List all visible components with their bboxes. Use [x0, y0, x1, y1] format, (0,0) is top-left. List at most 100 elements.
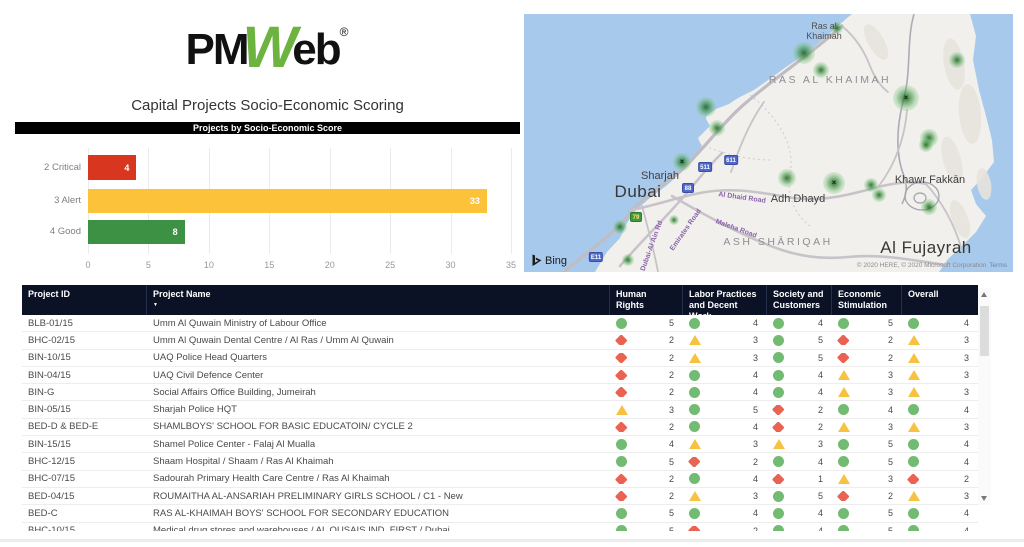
- cell-score: 2: [610, 353, 683, 363]
- heat-spot[interactable]: [919, 138, 933, 152]
- table-row[interactable]: BIN-15/15Shamel Police Center - Falaj Al…: [22, 436, 978, 453]
- cell-project-id: BHC-02/15: [22, 335, 147, 346]
- column-header-project-name[interactable]: Project Name▼: [147, 285, 610, 315]
- column-header-society-and-customers[interactable]: Society and Customers: [767, 285, 832, 315]
- sort-descending-icon[interactable]: ▼: [153, 302, 603, 308]
- heat-spot[interactable]: [793, 42, 815, 64]
- cell-score: 3: [683, 335, 767, 345]
- red-diamond-icon: [772, 474, 784, 484]
- table-row[interactable]: BIN-04/15UAQ Civil Defence Center24433: [22, 367, 978, 384]
- heat-spot[interactable]: [778, 169, 796, 187]
- green-circle-icon: [773, 387, 784, 398]
- cell-score: 4: [902, 404, 978, 415]
- heat-spot[interactable]: [709, 120, 725, 136]
- score-value: 3: [888, 474, 893, 484]
- scrollbar-thumb[interactable]: [980, 306, 989, 356]
- table-row[interactable]: BIN-10/15UAQ Police Head Quarters23523: [22, 350, 978, 367]
- terms-link[interactable]: Terms: [989, 262, 1007, 269]
- table-row[interactable]: BIN-05/15Sharjah Police HQT35244: [22, 401, 978, 418]
- heat-spot[interactable]: [921, 199, 937, 215]
- green-circle-icon: [689, 370, 700, 381]
- dashboard: PMWeb® Capital Projects Socio-Economic S…: [0, 0, 1024, 547]
- green-circle-icon: [616, 318, 627, 329]
- score-value: 5: [669, 457, 674, 467]
- road-shield-511: 511: [698, 162, 712, 172]
- cell-score: 3: [683, 439, 767, 449]
- heat-spot[interactable]: ✕: [893, 85, 919, 111]
- green-circle-icon: [689, 318, 700, 329]
- score-value: 3: [753, 491, 758, 501]
- table-row[interactable]: BHC-02/15Umm Al Quwain Dental Centre / A…: [22, 332, 978, 349]
- table-row[interactable]: BHC-12/15Shaam Hospital / Shaam / Ras Al…: [22, 453, 978, 470]
- chart-plot-area: 4 33 8: [88, 148, 511, 254]
- heat-spot[interactable]: [613, 220, 627, 234]
- bar-4-good[interactable]: 8: [88, 220, 185, 244]
- column-header-economic-stimulation[interactable]: Economic Stimulation: [832, 285, 902, 315]
- amber-triangle-icon: [838, 474, 850, 484]
- score-value: 5: [669, 318, 674, 328]
- column-header-project-id[interactable]: Project ID: [22, 285, 147, 315]
- cell-score: 3: [610, 405, 683, 415]
- bing-map[interactable]: ✕✕✕ 6115118879E11 Ras alKhaimahRAS AL KH…: [524, 14, 1013, 272]
- red-diamond-icon: [615, 422, 627, 432]
- scroll-up-icon[interactable]: [981, 292, 987, 297]
- table-row[interactable]: BLB-01/15Umm Al Quwain Ministry of Labou…: [22, 315, 978, 332]
- column-header-label: Society and Customers: [773, 289, 824, 310]
- table-row[interactable]: BHC-07/15Sadourah Primary Health Care Ce…: [22, 471, 978, 488]
- column-header-overall[interactable]: Overall: [902, 285, 978, 315]
- amber-triangle-icon: [908, 491, 920, 501]
- score-value: 5: [753, 405, 758, 415]
- cell-score: 2: [832, 491, 902, 501]
- cell-score: 5: [610, 456, 683, 467]
- scroll-down-icon[interactable]: [981, 496, 987, 501]
- green-circle-icon: [838, 508, 849, 519]
- table-row[interactable]: BED-CRAS AL-KHAIMAH BOYS' SCHOOL FOR SEC…: [22, 505, 978, 522]
- cell-score: 3: [902, 370, 978, 380]
- projects-score-chart: Projects by Socio-Economic Score 4338 2 …: [15, 122, 520, 274]
- cluster-x-icon: ✕: [831, 180, 836, 187]
- column-header-human-rights[interactable]: Human Rights: [610, 285, 683, 315]
- green-circle-icon: [773, 318, 784, 329]
- green-circle-icon: [773, 456, 784, 467]
- bing-logo[interactable]: Bing: [532, 254, 567, 267]
- score-value: 4: [753, 318, 758, 328]
- cluster-x-icon: ✕: [679, 159, 684, 166]
- score-value: 5: [669, 526, 674, 531]
- bar-2-critical[interactable]: 4: [88, 155, 136, 180]
- column-header-labor-practices-and-decent-work[interactable]: Labor Practices and Decent Work: [683, 285, 767, 315]
- score-value: 2: [669, 474, 674, 484]
- heat-spot[interactable]: [949, 52, 965, 68]
- bar-3-alert[interactable]: 33: [88, 189, 487, 213]
- red-diamond-icon: [615, 491, 627, 501]
- bar-value-label: 8: [173, 227, 185, 237]
- score-value: 2: [669, 422, 674, 432]
- score-value: 2: [818, 422, 823, 432]
- red-diamond-icon: [907, 474, 919, 484]
- heat-spot[interactable]: [622, 254, 634, 266]
- cell-project-name: UAQ Police Head Quarters: [147, 352, 610, 363]
- table-body: BLB-01/15Umm Al Quwain Ministry of Labou…: [22, 315, 991, 531]
- table-row[interactable]: BED-D & BED-ESHAMLBOYS' SCHOOL FOR BASIC…: [22, 419, 978, 436]
- map-label-ras-al-khaimah: RAS AL KHAIMAH: [769, 74, 891, 86]
- score-value: 5: [669, 508, 674, 518]
- score-value: 5: [888, 508, 893, 518]
- table-vertical-scrollbar[interactable]: [978, 288, 991, 505]
- heat-spot[interactable]: [696, 97, 716, 117]
- table-row[interactable]: BIN-GSocial Affairs Office Building, Jum…: [22, 384, 978, 401]
- red-diamond-icon: [688, 457, 700, 467]
- green-circle-icon: [689, 508, 700, 519]
- score-value: 5: [888, 439, 893, 449]
- heat-spot[interactable]: ✕: [823, 172, 845, 194]
- heat-spot[interactable]: [872, 188, 886, 202]
- heat-spot[interactable]: ✕: [673, 153, 691, 171]
- cell-score: 3: [902, 335, 978, 345]
- page-horizontal-scrollbar[interactable]: [0, 539, 1024, 542]
- cell-score: 4: [902, 508, 978, 519]
- cell-score: 2: [902, 474, 978, 484]
- cell-project-name: Shamel Police Center - Falaj Al Mualla: [147, 439, 610, 450]
- table-row[interactable]: BED-04/15ROUMAITHA AL-ANSARIAH PRELIMINA…: [22, 488, 978, 505]
- chart-category-axis: 2 Critical3 Alert4 Good: [15, 148, 81, 254]
- heat-spot[interactable]: [669, 215, 679, 225]
- green-circle-icon: [838, 525, 849, 531]
- table-row[interactable]: BHC-10/15Medical drug stores and warehou…: [22, 523, 978, 531]
